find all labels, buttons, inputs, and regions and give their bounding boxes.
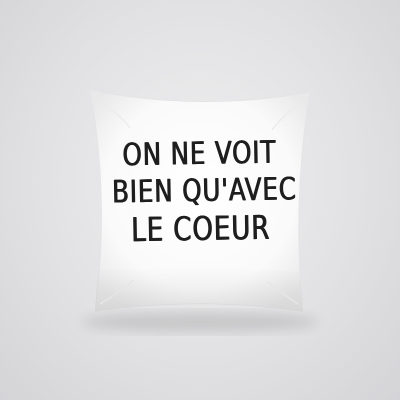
pillow-bottom-shade <box>95 266 303 312</box>
product-scene: ON NE VOIT BIEN QU'AVEC LE COEUR <box>0 0 400 400</box>
quote-line-3: LE COEUR <box>130 207 271 250</box>
quote-line-2: BIEN QU'AVEC <box>111 171 298 211</box>
pillow-quote: ON NE VOIT BIEN QU'AVEC LE COEUR <box>99 134 301 250</box>
quote-line-1: ON NE VOIT <box>122 134 277 174</box>
pillow-shadow <box>82 312 318 332</box>
